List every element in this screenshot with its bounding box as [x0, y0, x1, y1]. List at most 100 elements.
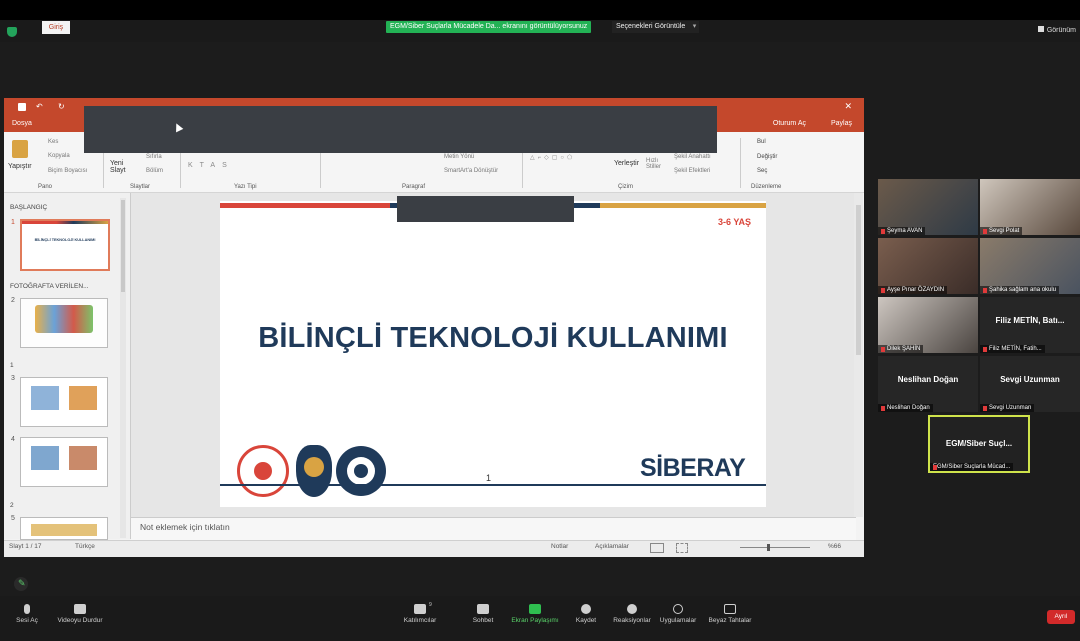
mute-label: Sesi Aç — [16, 617, 38, 624]
chat-button[interactable]: Sohbet — [468, 604, 498, 624]
annotate-pen-icon[interactable]: ✎ — [14, 577, 28, 591]
whiteboard-icon — [724, 604, 736, 614]
language-indicator[interactable]: Türkçe — [75, 543, 95, 550]
participants-button[interactable]: Katılımcılar — [400, 604, 440, 624]
sign-in-link[interactable]: Oturum Aç — [773, 120, 806, 127]
slide-count: Slayt 1 / 17 — [9, 543, 42, 550]
participant-name: EGM/Siber Suçlarla Mücad... — [930, 463, 1014, 471]
group-font: Yazı Tipi — [234, 184, 257, 190]
find-button[interactable]: Bul — [757, 139, 766, 145]
section-button[interactable]: Bölüm — [146, 168, 163, 174]
tab-file[interactable]: Dosya — [12, 120, 32, 127]
ppt-status-bar — [4, 540, 864, 557]
grid-icon — [1037, 26, 1044, 32]
group-drawing: Çizim — [618, 184, 633, 190]
tab-home[interactable]: Giriş — [42, 21, 70, 34]
thumbnails-scrollbar-thumb[interactable] — [121, 200, 125, 292]
participant-name: Sevgi Polat — [980, 227, 1023, 235]
copy-button[interactable]: Kopyala — [48, 153, 70, 159]
participant-display-name: Neslihan Doğan — [897, 375, 959, 384]
whiteboard-button[interactable]: Beyaz Tahtalar — [704, 604, 756, 624]
section-photo[interactable]: FOTOĞRAFTA VERİLEN... — [10, 283, 89, 290]
text-direction-button[interactable]: Metin Yönü — [444, 154, 474, 160]
undo-icon[interactable]: ↶ — [36, 102, 43, 111]
paste-icon[interactable] — [12, 140, 28, 158]
view-options-dropdown[interactable]: Seçenekleri Görüntüle — [612, 21, 700, 33]
section-1[interactable]: 1 — [10, 362, 14, 369]
notes-pane[interactable] — [131, 517, 856, 540]
participant-name: Şeyma AVAN — [878, 227, 926, 235]
thumb-illustration — [31, 446, 59, 470]
thumb-number: 4 — [11, 436, 15, 443]
notes-placeholder[interactable]: Not eklemek için tıklatın — [140, 522, 230, 532]
section-2[interactable]: 2 — [10, 502, 14, 509]
slide-thumbnail-3[interactable] — [20, 377, 108, 427]
participant-tile[interactable]: Dilek ŞAHİN — [878, 297, 978, 353]
record-button[interactable]: Kaydet — [572, 604, 600, 624]
shape-effects-button[interactable]: Şekil Efektleri — [674, 168, 710, 174]
thumb-illustration — [31, 386, 59, 410]
share-button[interactable]: Paylaş — [831, 120, 852, 127]
replace-button[interactable]: Değiştir — [757, 154, 777, 160]
normal-view-icon[interactable] — [650, 543, 664, 553]
shapes-gallery[interactable]: △⌐◇▢○⬠ — [530, 154, 575, 161]
shape-outline-button[interactable]: Şekil Anahattı — [674, 154, 711, 160]
cut-button[interactable]: Kes — [48, 139, 58, 145]
leave-button[interactable]: Ayrıl — [1047, 610, 1075, 624]
participant-tile[interactable]: Şeyma AVAN — [878, 179, 978, 235]
font-style-buttons[interactable]: KTAS — [188, 162, 234, 169]
reactions-button[interactable]: Reaksiyonlar — [610, 604, 654, 624]
police-badge-icon — [296, 445, 332, 497]
slide-thumbnail-1[interactable]: BİLİNÇLİ TEKNOLOJİ KULLANIMI — [20, 219, 110, 271]
arrange-button[interactable]: Yerleştir — [614, 160, 639, 167]
paste-button[interactable]: Yapıştır — [8, 163, 32, 170]
zoom-slider-thumb[interactable] — [767, 544, 770, 551]
slide-page-number: 1 — [486, 473, 492, 483]
select-button[interactable]: Seç — [757, 168, 767, 174]
slide-thumbnail-5[interactable] — [20, 517, 108, 540]
close-icon[interactable]: ✕ — [844, 101, 852, 112]
video-button[interactable]: Videoyu Durdur — [54, 604, 106, 624]
format-painter-button[interactable]: Biçim Boyacısı — [48, 168, 87, 174]
slide-sorter-icon[interactable] — [676, 543, 688, 553]
zoom-level[interactable]: %66 — [828, 543, 841, 550]
active-speaker-tile[interactable]: EGM/Siber Suçl... EGM/Siber Suçlarla Müc… — [928, 415, 1030, 473]
participant-tile[interactable]: Sevgi Polat — [980, 179, 1080, 235]
participant-name: Dilek ŞAHİN — [878, 345, 924, 353]
participant-tile[interactable]: Şahika sağlam ana okulu — [980, 238, 1080, 294]
participants-label: Katılımcılar — [403, 617, 437, 624]
view-mode-button[interactable]: Görünüm — [1037, 26, 1076, 34]
zoom-slider[interactable] — [740, 547, 810, 548]
thumb-illustration — [35, 305, 93, 333]
mute-button[interactable]: Sesi Aç — [10, 604, 44, 624]
redo-icon[interactable]: ↻ — [58, 102, 65, 111]
reset-button[interactable]: Sıfırla — [146, 154, 162, 160]
slide-thumbnail-2[interactable] — [20, 298, 108, 348]
share-screen-button[interactable]: Ekran Paylaşımı — [510, 604, 560, 624]
participant-tile[interactable]: Sevgi Uzunman Sevgi Uzunman — [980, 356, 1080, 412]
slide-thumbnail-4[interactable] — [20, 437, 108, 487]
apps-button[interactable]: Uygulamalar — [656, 604, 700, 624]
comments-toggle[interactable]: Açıklamalar — [595, 543, 629, 550]
new-slide-button[interactable]: Yeni Slayt — [110, 160, 132, 174]
participant-tile[interactable]: Neslihan Doğan Neslihan Doğan — [878, 356, 978, 412]
apps-icon — [673, 604, 683, 614]
participants-icon — [414, 604, 426, 614]
top-black-bar — [0, 0, 1080, 20]
microphone-icon — [24, 604, 30, 614]
participant-tile[interactable]: Filiz METİN, Batı... Filiz METİN, Fatih..… — [980, 297, 1080, 353]
thumb-illustration — [69, 446, 97, 470]
group-clipboard: Pano — [38, 184, 53, 190]
smartart-button[interactable]: SmartArt'a Dönüştür — [444, 168, 498, 174]
participant-tile[interactable]: Ayşe Pınar ÖZAYDIN — [878, 238, 978, 294]
quick-styles-button[interactable]: Hızlı Stiller — [646, 158, 668, 170]
ribbon-separator — [740, 138, 741, 188]
egm-seal-icon — [336, 446, 386, 496]
save-icon[interactable] — [18, 103, 26, 111]
participant-count: 9 — [429, 602, 432, 608]
section-start[interactable]: BAŞLANGIÇ — [10, 204, 47, 211]
notes-toggle[interactable]: Notlar — [551, 543, 568, 550]
security-shield-icon[interactable] — [7, 27, 17, 37]
participant-display-name: Sevgi Uzunman — [1000, 375, 1060, 384]
slide-vertical-scrollbar[interactable] — [854, 193, 863, 517]
